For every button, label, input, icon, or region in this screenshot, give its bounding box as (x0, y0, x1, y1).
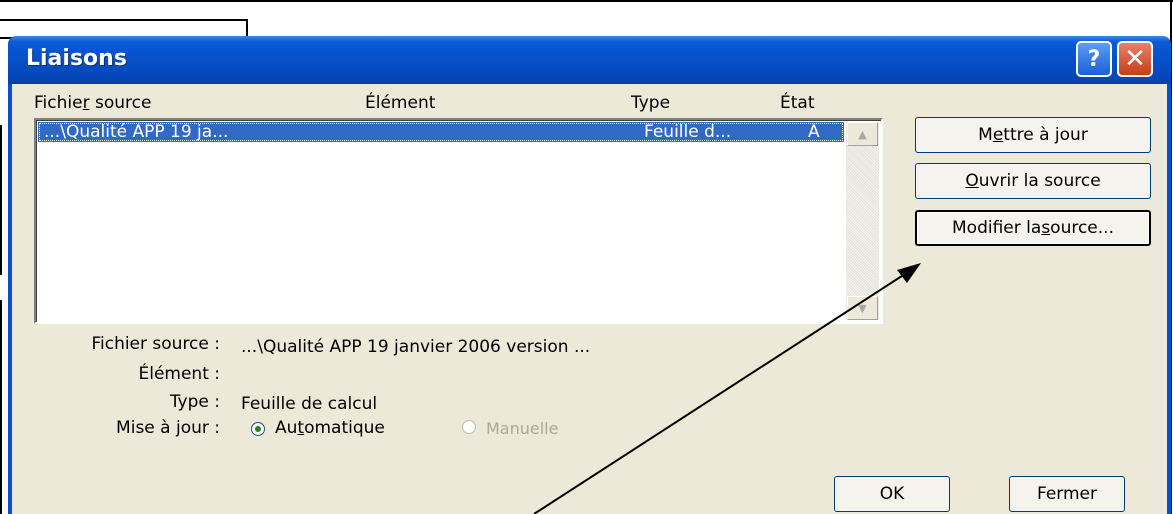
row-source: ...\Qualité APP 19 ja... (44, 122, 229, 142)
automatic-radio[interactable] (251, 422, 265, 436)
manual-radio[interactable] (462, 420, 476, 434)
source-label: Fichier source : (91, 334, 220, 354)
document-top-border (0, 0, 1173, 2)
ok-button[interactable]: OK (834, 476, 950, 512)
arrow-up-icon: ▲ (858, 127, 867, 141)
row-type: Feuille d... (644, 122, 732, 142)
change-source-button[interactable]: Modifier la s ource... (915, 210, 1151, 246)
manual-label[interactable]: Manuelle (486, 419, 558, 438)
column-header-source[interactable]: Fichier source (34, 93, 151, 113)
open-source-button[interactable]: Ouvrir la source (915, 163, 1151, 199)
close-button[interactable]: Fermer (1009, 476, 1125, 512)
row-state: A (808, 122, 820, 142)
source-value: ...\Qualité APP 19 janvier 2006 version … (241, 337, 591, 357)
column-header-state[interactable]: État (780, 93, 815, 113)
automatic-label[interactable]: Automatique (275, 418, 385, 438)
help-button[interactable]: ? (1076, 41, 1112, 77)
close-icon: ✕ (1124, 44, 1146, 74)
type-value: Feuille de calcul (241, 394, 378, 414)
list-item-selected[interactable]: ...\Qualité APP 19 ja... Feuille d... A (38, 122, 844, 142)
links-listbox[interactable]: ...\Qualité APP 19 ja... Feuille d... A … (34, 118, 883, 324)
help-icon: ? (1087, 46, 1101, 72)
background-line (0, 300, 2, 514)
column-header-type[interactable]: Type (631, 93, 670, 113)
element-label: Élément : (138, 364, 220, 384)
arrow-down-icon: ▼ (858, 301, 867, 315)
update-mode-label: Mise à jour : (116, 418, 220, 438)
column-header-element[interactable]: Élément (365, 93, 435, 113)
vertical-scrollbar[interactable]: ▲ ▼ (846, 122, 879, 320)
scroll-up-button[interactable]: ▲ (847, 122, 878, 146)
scroll-down-button[interactable]: ▼ (847, 296, 878, 320)
title-bar[interactable]: Liaisons ? ✕ (8, 36, 1171, 84)
links-dialog: Liaisons ? ✕ Fichier source Élément Type… (8, 36, 1171, 514)
type-label: Type : (169, 392, 220, 412)
dialog-body: Fichier source Élément Type État ...\Qua… (8, 84, 1171, 514)
update-button[interactable]: Me ttre à jour (915, 117, 1151, 153)
background-line (0, 125, 2, 275)
close-window-button[interactable]: ✕ (1117, 41, 1153, 77)
dialog-title: Liaisons (26, 46, 127, 71)
